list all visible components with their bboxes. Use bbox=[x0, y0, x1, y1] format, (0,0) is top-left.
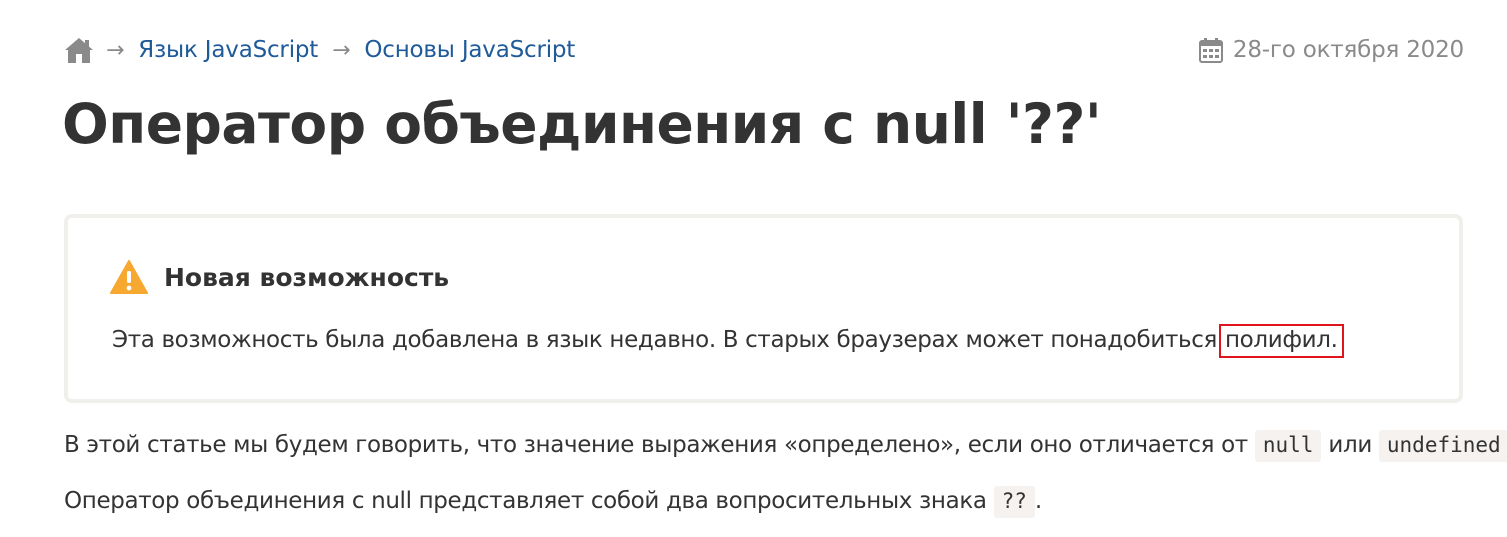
calendar-icon bbox=[1198, 37, 1223, 63]
paragraph-text: В этой статье мы будем говорить, что зна… bbox=[64, 432, 1248, 458]
notice-header: Новая возможность bbox=[110, 260, 449, 294]
notice-text: Эта возможность была добавлена в язык не… bbox=[112, 324, 1344, 358]
notice-body: Эта возможность была добавлена в язык не… bbox=[112, 327, 1217, 353]
paragraph-operator-description: Оператор объединения с null представляет… bbox=[64, 486, 1042, 518]
paragraph-defined-value: В этой статье мы будем говорить, что зна… bbox=[64, 430, 1507, 462]
date-text: 28-го октября 2020 bbox=[1232, 37, 1464, 63]
breadcrumb-separator: → bbox=[332, 37, 351, 63]
publish-date: 28-го октября 2020 bbox=[1198, 34, 1464, 66]
paragraph-text: или bbox=[1328, 432, 1372, 458]
breadcrumb-separator: → bbox=[106, 37, 125, 63]
code-undefined: undefined bbox=[1378, 430, 1507, 462]
paragraph-text: Оператор объединения с null представляет… bbox=[64, 488, 987, 514]
breadcrumb: → Язык JavaScript → Основы JavaScript bbox=[64, 34, 589, 66]
home-icon[interactable] bbox=[64, 36, 94, 64]
breadcrumb-link-basics[interactable]: Основы JavaScript bbox=[364, 37, 575, 63]
polyfill-link[interactable]: полифил. bbox=[1218, 324, 1344, 358]
page-title: Оператор объединения с null '??' bbox=[62, 92, 1102, 156]
warning-icon bbox=[110, 260, 148, 294]
notice-title: Новая возможность bbox=[164, 262, 450, 292]
breadcrumb-link-javascript[interactable]: Язык JavaScript bbox=[138, 37, 318, 63]
new-feature-notice: Новая возможность Эта возможность была д… bbox=[64, 214, 1463, 403]
paragraph-text: . bbox=[1034, 488, 1042, 514]
code-nullish-operator: ?? bbox=[993, 486, 1035, 518]
code-null: null bbox=[1254, 430, 1322, 462]
